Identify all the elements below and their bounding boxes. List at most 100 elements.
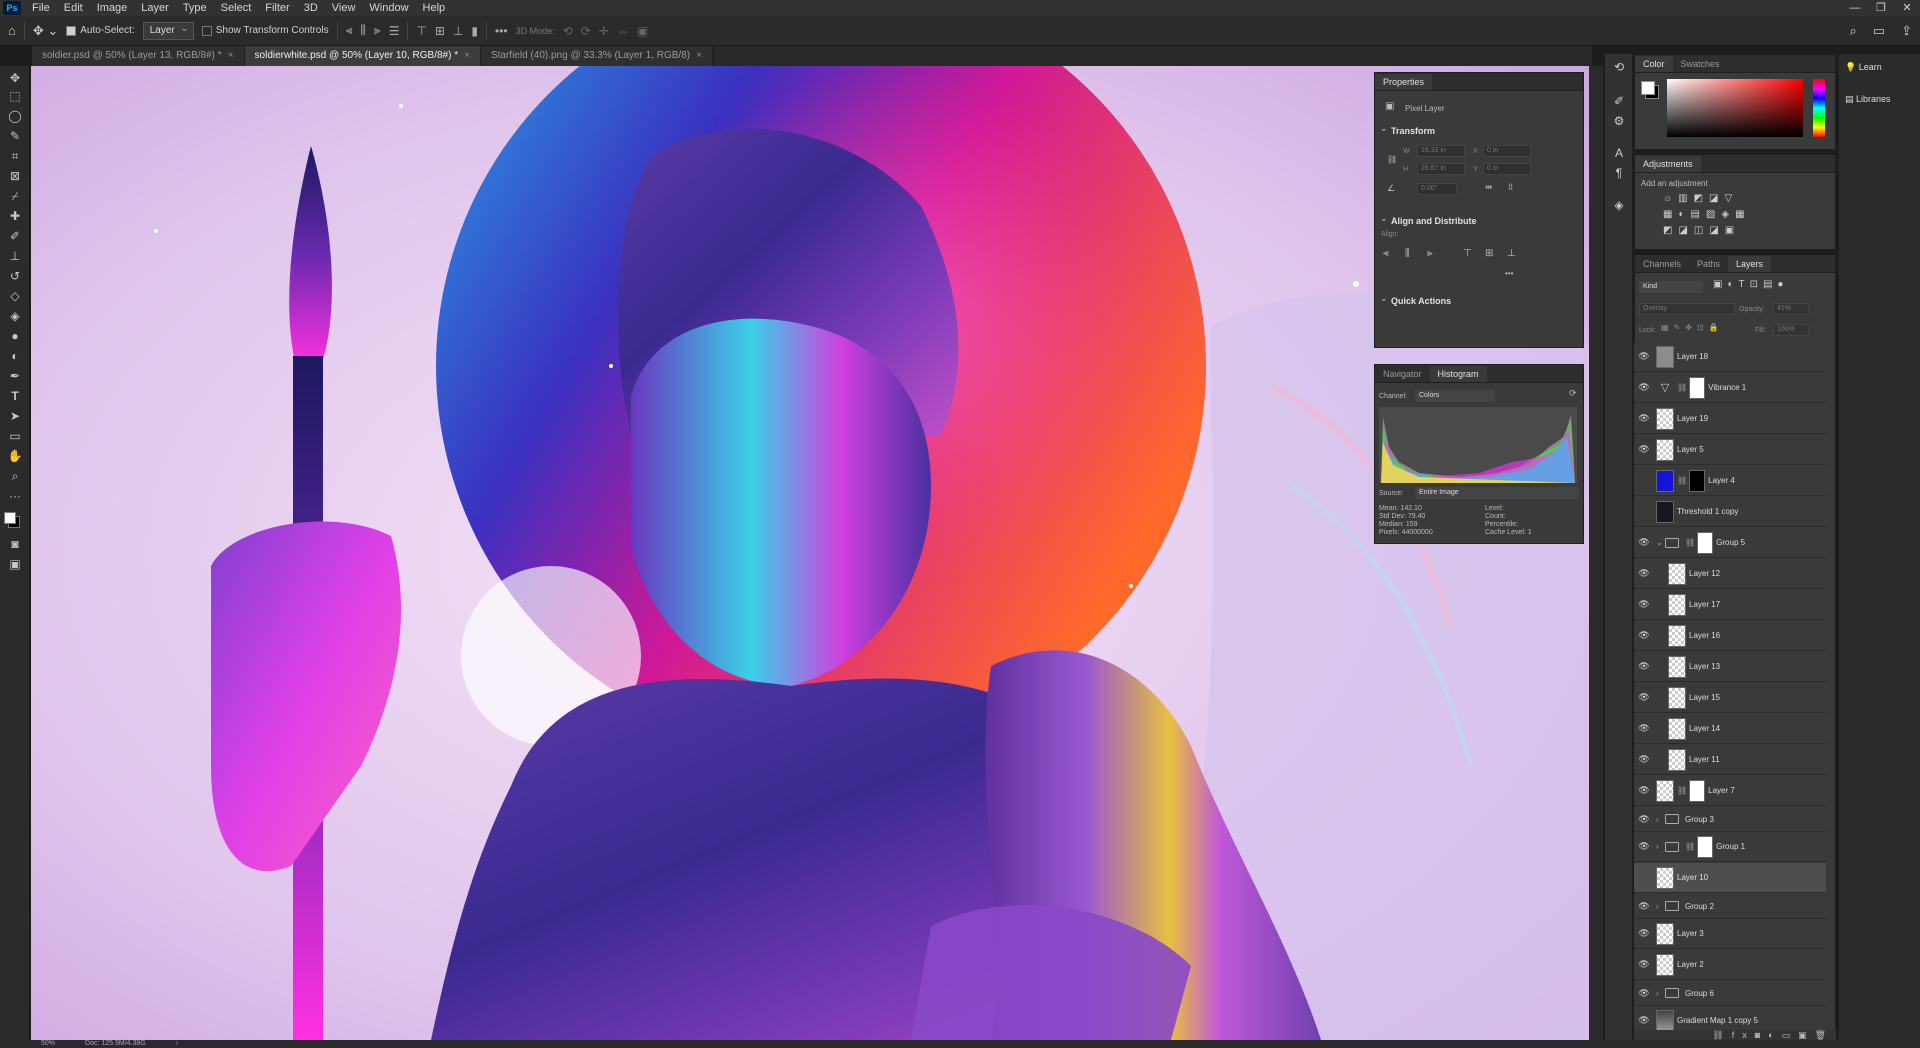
frame-tool-icon[interactable]: ⊠	[6, 168, 24, 184]
layer-thumbnail[interactable]	[1656, 469, 1674, 492]
3d-pan-icon[interactable]: ✛	[599, 24, 609, 38]
visibility-eye-icon[interactable]: 👁	[1634, 506, 1654, 517]
layer-thumbnail[interactable]	[1656, 922, 1674, 945]
quick-actions-heading[interactable]: Quick Actions	[1375, 296, 1451, 306]
menu-window[interactable]: Window	[362, 0, 415, 16]
group-expand-icon[interactable]: ⌄	[1656, 538, 1665, 547]
mask-link-icon[interactable]: ⛓	[1677, 476, 1687, 485]
layer-mask-thumbnail[interactable]	[1689, 469, 1706, 492]
layer-thumbnail[interactable]	[1668, 624, 1686, 647]
close-tab-icon[interactable]: ×	[696, 50, 702, 61]
blur-tool-icon[interactable]: ●	[6, 328, 24, 344]
vibrance-adjustment-icon[interactable]: ▽	[1656, 376, 1674, 399]
layer-name[interactable]: Layer 18	[1677, 352, 1708, 361]
layer-row[interactable]: 👁 Layer 13	[1634, 652, 1826, 682]
layer-row[interactable]: 👁 Layer 15	[1634, 683, 1826, 713]
layer-row[interactable]: 👁 Layer 10	[1634, 863, 1826, 893]
tab-paths[interactable]: Paths	[1689, 256, 1728, 272]
group-expand-icon[interactable]: ›	[1656, 902, 1665, 911]
rectangle-tool-icon[interactable]: ▭	[6, 428, 24, 444]
layer-name[interactable]: Layer 12	[1689, 569, 1720, 578]
visibility-eye-icon[interactable]: 👁	[1634, 599, 1654, 610]
align-center-icon[interactable]: ⫼	[360, 23, 366, 38]
menu-image[interactable]: Image	[90, 0, 135, 16]
layer-thumbnail[interactable]	[1656, 500, 1674, 523]
tab-soldierwhite[interactable]: soldierwhite.psd @ 50% (Layer 10, RGB/8#…	[244, 46, 481, 66]
layer-name[interactable]: Layer 10	[1677, 873, 1708, 882]
layer-name[interactable]: Layer 13	[1689, 662, 1720, 671]
move-tool-icon[interactable]: ✥	[6, 70, 24, 86]
history-icon[interactable]: ⟲	[1611, 60, 1627, 76]
layer-row[interactable]: 👁 Layer 12	[1634, 559, 1826, 589]
align-left-icon[interactable]: ⫷	[346, 23, 353, 38]
layer-name[interactable]: Layer 4	[1708, 476, 1735, 485]
3d-icon[interactable]: ◈	[1611, 198, 1627, 214]
visibility-eye-icon[interactable]: 👁	[1634, 661, 1654, 672]
tab-properties[interactable]: Properties	[1375, 74, 1433, 90]
lasso-tool-icon[interactable]: ◯	[6, 108, 24, 124]
layer-row[interactable]: 👁 Layer 11	[1634, 745, 1826, 775]
3d-scale-icon[interactable]: ▣	[637, 24, 648, 38]
distribute-icon[interactable]: ☰	[389, 24, 400, 38]
layer-thumbnail[interactable]	[1656, 407, 1674, 430]
bucket-tool-icon[interactable]: ◈	[6, 308, 24, 324]
layer-name[interactable]: Layer 3	[1677, 929, 1704, 938]
tab-swatches[interactable]: Swatches	[1673, 56, 1728, 72]
distribute-vertical-icon[interactable]: ▮	[471, 24, 478, 38]
tab-histogram[interactable]: Histogram	[1429, 366, 1487, 382]
flip-vertical-icon[interactable]: ⇳	[1507, 182, 1515, 193]
layer-mask-thumbnail[interactable]	[1697, 835, 1714, 858]
zoom-tool-icon[interactable]: ⌕	[6, 468, 24, 484]
tab-color[interactable]: Color	[1635, 56, 1673, 72]
layer-thumbnail[interactable]	[1668, 717, 1686, 740]
layer-mask-thumbnail[interactable]	[1697, 531, 1714, 554]
menu-select[interactable]: Select	[214, 0, 259, 16]
auto-select-dropdown[interactable]: Layer	[142, 21, 194, 40]
layer-row[interactable]: 👁 › Group 3	[1634, 807, 1826, 832]
menu-type[interactable]: Type	[176, 0, 214, 16]
transform-heading[interactable]: Transform	[1375, 126, 1435, 136]
zoom-level[interactable]: 50%	[41, 1040, 55, 1048]
visibility-eye-icon[interactable]: 👁	[1634, 814, 1654, 825]
layer-mask-thumbnail[interactable]	[1689, 376, 1706, 399]
layer-row[interactable]: 👁 Layer 2	[1634, 950, 1826, 980]
minimize-button[interactable]: —	[1842, 0, 1868, 16]
transform-section[interactable]: Transform	[1375, 125, 1583, 137]
quick-mask-icon[interactable]: ◙	[6, 536, 24, 552]
restore-button[interactable]: ❐	[1868, 0, 1894, 16]
fg-swatch[interactable]	[1641, 81, 1655, 95]
fill-field[interactable]: 100%	[1773, 324, 1809, 336]
menu-layer[interactable]: Layer	[134, 0, 176, 16]
edit-toolbar-icon[interactable]: ···	[6, 488, 24, 504]
type-tool-icon[interactable]: T	[6, 388, 24, 404]
quick-actions-section[interactable]: Quick Actions	[1375, 295, 1583, 307]
layer-row[interactable]: 👁 Layer 18	[1634, 342, 1826, 372]
healing-tool-icon[interactable]: ✚	[6, 208, 24, 224]
width-field[interactable]: 18.33 in	[1417, 145, 1465, 157]
layer-name[interactable]: Vibrance 1	[1708, 383, 1746, 392]
layer-name[interactable]: Group 5	[1716, 538, 1745, 547]
visibility-eye-icon[interactable]: 👁	[1634, 841, 1654, 852]
layer-row[interactable]: 👁 Layer 14	[1634, 714, 1826, 744]
channel-dropdown[interactable]: Colors	[1415, 390, 1495, 402]
menu-file[interactable]: File	[25, 0, 57, 16]
height-field[interactable]: 26.67 in	[1417, 163, 1465, 175]
show-transform-checkbox[interactable]: Show Transform Controls	[201, 25, 329, 36]
layer-name[interactable]: Layer 14	[1689, 724, 1720, 733]
align-v-centers-icon[interactable]: ⊞	[1485, 248, 1493, 259]
menu-3d[interactable]: 3D	[297, 0, 325, 16]
3d-orbit-icon[interactable]: ⟲	[563, 24, 573, 38]
layer-name[interactable]: Gradient Map 1 copy 5	[1677, 1016, 1758, 1025]
layer-row[interactable]: 👁 ⛓ Layer 4	[1634, 466, 1826, 496]
more-options-icon[interactable]: •••	[495, 24, 508, 38]
share-icon[interactable]: ⇪	[1901, 23, 1912, 39]
layer-name[interactable]: Layer 11	[1689, 755, 1720, 764]
brush-tool-icon[interactable]: ✐	[6, 228, 24, 244]
layer-mask-thumbnail[interactable]	[1689, 779, 1706, 802]
adjustment-icons[interactable]: ☼▥◩◪▽ ▦◐▤▨◈▦ ◩◪◫◪▣	[1663, 191, 1751, 239]
layer-name[interactable]: Group 3	[1685, 815, 1714, 824]
workspace-icon[interactable]: ▭	[1873, 23, 1885, 39]
visibility-eye-icon[interactable]: 👁	[1634, 568, 1654, 579]
visibility-eye-icon[interactable]: 👁	[1634, 959, 1654, 970]
layer-row[interactable]: 👁 ⛓ Layer 7	[1634, 776, 1826, 806]
